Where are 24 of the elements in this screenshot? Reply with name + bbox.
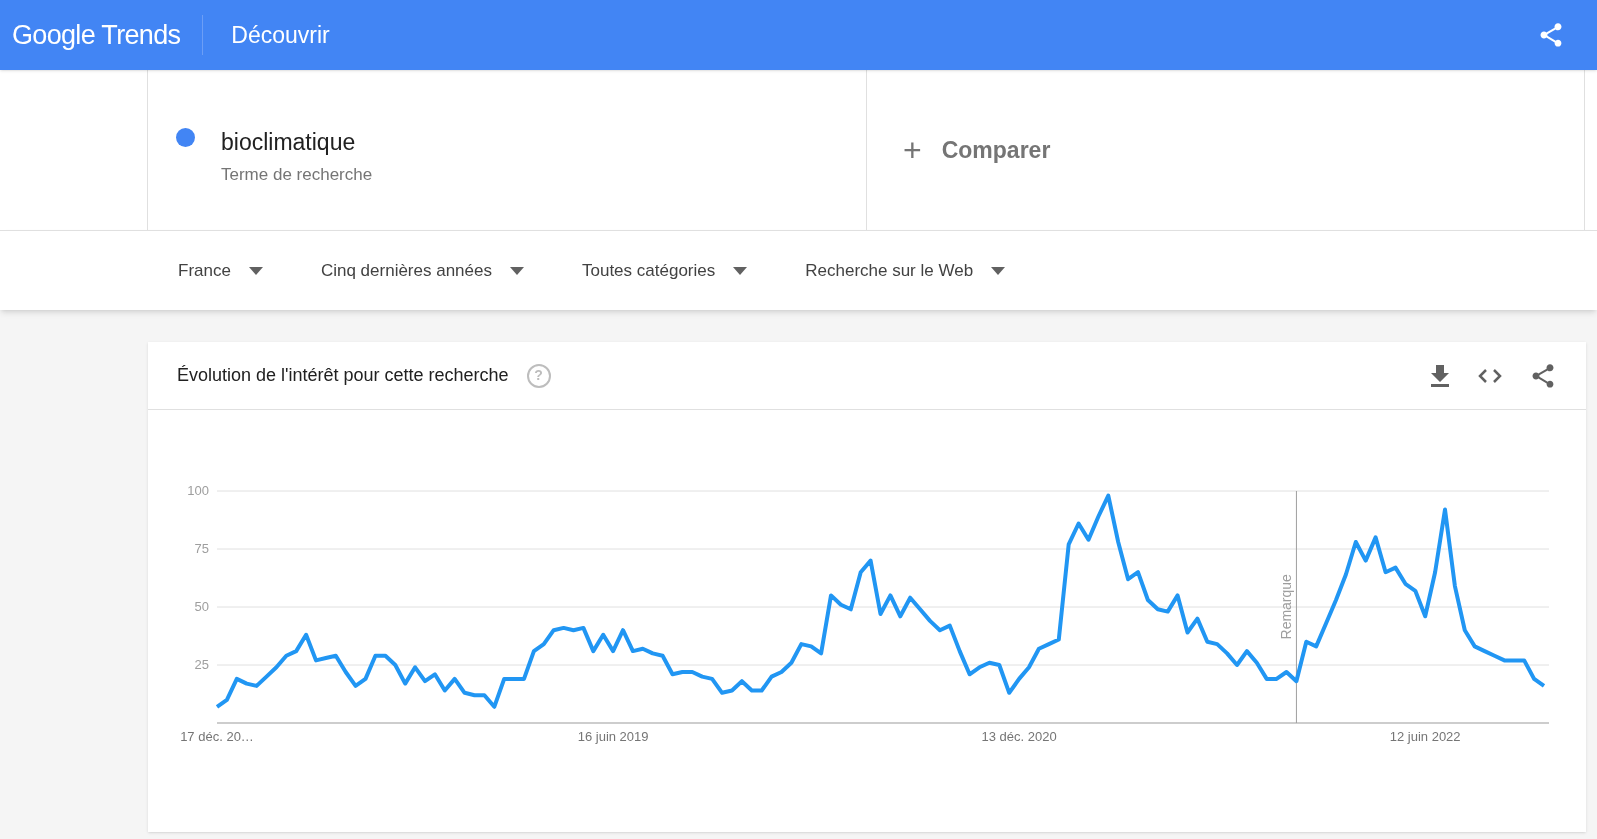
caret-icon [991, 266, 1006, 275]
y-tick-label: 100 [187, 483, 209, 498]
embed-code-icon[interactable] [1477, 367, 1503, 384]
x-tick-label: 12 juin 2022 [1389, 729, 1461, 744]
filter-dropdown[interactable]: Cinq dernières années [320, 257, 524, 284]
y-tick-label: 25 [194, 657, 209, 672]
x-tick-label: 13 déc. 2020 [981, 729, 1057, 744]
filter-dropdown[interactable]: France [178, 257, 263, 284]
y-tick-label: 75 [194, 541, 209, 556]
x-tick-label: 17 déc. 20… [180, 729, 254, 744]
y-tick-label: 50 [194, 599, 209, 614]
caret-icon [248, 266, 263, 275]
annotation-label: Remarque [1278, 574, 1295, 640]
filter-dropdown[interactable]: Recherche sur le Web [805, 257, 1006, 284]
filter-dropdown[interactable]: Toutes catégories [582, 257, 748, 284]
caret-icon [510, 266, 524, 275]
logo[interactable]: Google Trends [12, 14, 181, 56]
term-type: Terme de recherche [221, 163, 373, 186]
term-name: bioclimatique [221, 128, 357, 157]
x-tick-label: 16 juin 2019 [577, 729, 649, 744]
download-icon[interactable] [1429, 363, 1451, 388]
page-title: Découvrir [231, 20, 330, 50]
card-title: Évolution de l'intérêt pour cette recherche [177, 364, 509, 387]
caret-icon [733, 266, 748, 275]
